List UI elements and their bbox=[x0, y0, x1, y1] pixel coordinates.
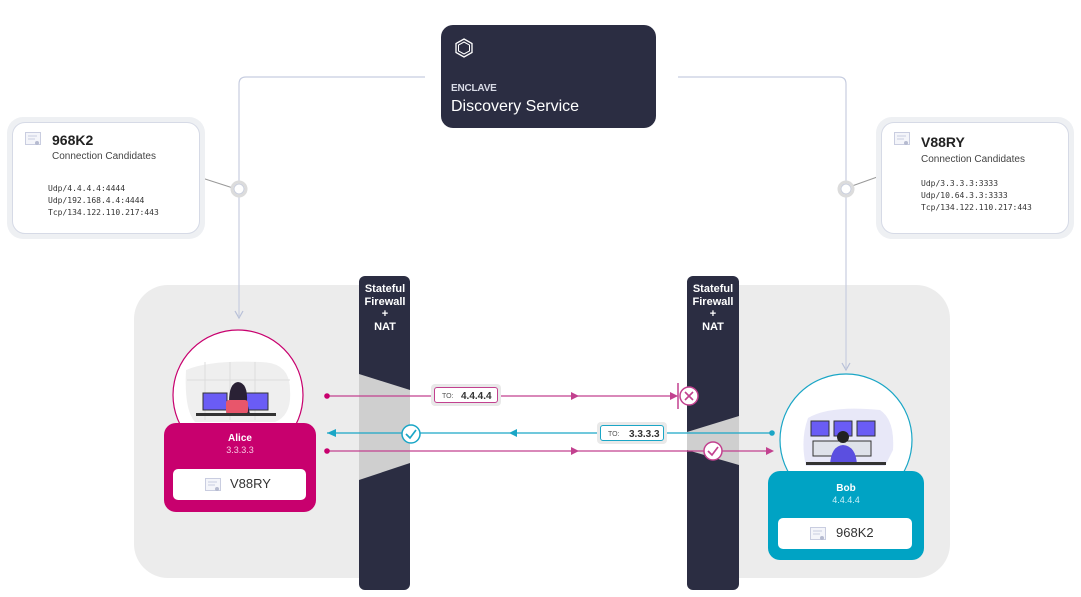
firewall-left-hole bbox=[359, 374, 410, 480]
candidates-card-968k2[interactable]: 968K2 Connection Candidates Udp/4.4.4.4:… bbox=[7, 117, 205, 239]
firewall-label-line: NAT bbox=[702, 320, 724, 333]
firewall-label-line: Firewall + bbox=[364, 295, 406, 321]
node-bob[interactable]: Bob 4.4.4.4 968K2 bbox=[768, 471, 924, 560]
certificate-icon bbox=[205, 478, 221, 491]
brand-label: ENCLAVE bbox=[451, 83, 497, 94]
node-name: Bob bbox=[836, 483, 856, 494]
candidate-address: Udp/4.4.4.4:4444 bbox=[48, 184, 126, 193]
discovery-service-title: Discovery Service bbox=[451, 98, 580, 115]
candidate-address-list: Udp/3.3.3.3:3333 Udp/10.64.3.3:3333 Tcp/13… bbox=[921, 178, 1032, 214]
packet-tag-prefix: TO: bbox=[442, 393, 454, 400]
candidates-card-body: 968K2 Connection Candidates Udp/4.4.4.4:… bbox=[12, 122, 200, 234]
node-name: Alice bbox=[228, 433, 252, 444]
candidate-address: Udp/192.168.4.4:4444 bbox=[48, 196, 145, 205]
node-key-badge[interactable]: V88RY bbox=[173, 469, 306, 500]
arrow-mid-icon bbox=[571, 392, 579, 400]
candidate-name: V88RY bbox=[921, 134, 965, 150]
packet-tag-to-alice: TO: 3.3.3.3 bbox=[597, 422, 667, 444]
packet-origin-dot-bob bbox=[769, 430, 775, 436]
candidate-subtitle: Connection Candidates bbox=[52, 151, 156, 162]
candidate-address: Udp/10.64.3.3:3333 bbox=[921, 191, 1008, 200]
node-ip: 4.4.4.4 bbox=[832, 495, 860, 505]
candidate-address-list: Udp/4.4.4.4:4444 Udp/192.168.4.4:4444 Tcp/… bbox=[48, 183, 159, 219]
hexagon-logo-icon bbox=[455, 38, 473, 58]
arrow-end-icon bbox=[670, 392, 678, 400]
junction-left-inner bbox=[233, 183, 245, 195]
firewall-label-line: Stateful bbox=[364, 283, 406, 295]
link-left-card bbox=[201, 177, 234, 189]
arrow-end-2-icon bbox=[766, 447, 774, 455]
firewall-label-line: Stateful bbox=[692, 283, 734, 295]
packet-tag-to-bob: TO: 4.4.4.4 bbox=[431, 384, 501, 406]
certificate-icon bbox=[810, 527, 826, 540]
candidate-subtitle: Connection Candidates bbox=[921, 154, 1025, 165]
candidates-card-v88ry[interactable]: V88RY Connection Candidates Udp/3.3.3.3:… bbox=[876, 117, 1074, 239]
arrow-to-alice-icon bbox=[327, 429, 336, 437]
packet-tag-box: TO: 4.4.4.4 bbox=[434, 387, 498, 403]
firewall-right-label: Stateful Firewall + NAT bbox=[688, 283, 738, 333]
node-key-badge[interactable]: 968K2 bbox=[778, 518, 912, 549]
packet-tag-prefix: TO: bbox=[608, 431, 620, 438]
discovery-service-card[interactable]: ENCLAVE Discovery Service bbox=[441, 25, 656, 128]
packet-origin-dot-2 bbox=[324, 448, 330, 454]
node-key-label: V88RY bbox=[230, 476, 271, 491]
firewall-label-line: Firewall + bbox=[692, 295, 734, 321]
certificate-icon bbox=[25, 132, 41, 145]
firewall-left-label: Stateful Firewall + NAT bbox=[360, 283, 410, 333]
candidate-address: Tcp/134.122.110.217:443 bbox=[921, 203, 1032, 212]
candidate-address: Udp/3.3.3.3:3333 bbox=[921, 179, 999, 188]
arrow-mid-cyan-icon bbox=[509, 429, 517, 437]
allowed-check-icon-left bbox=[401, 424, 421, 444]
node-key-label: 968K2 bbox=[836, 525, 874, 540]
candidate-address: Tcp/134.122.110.217:443 bbox=[48, 208, 159, 217]
node-ip: 3.3.3.3 bbox=[226, 445, 254, 455]
packet-tag-ip: 4.4.4.4 bbox=[461, 391, 492, 402]
candidate-name: 968K2 bbox=[52, 132, 94, 148]
packet-origin-dot bbox=[324, 393, 330, 399]
certificate-icon bbox=[894, 132, 910, 145]
candidates-card-body: V88RY Connection Candidates Udp/3.3.3.3:… bbox=[881, 122, 1069, 234]
packet-tag-ip: 3.3.3.3 bbox=[629, 429, 660, 440]
packet-tag-box: TO: 3.3.3.3 bbox=[600, 425, 664, 441]
junction-right-inner bbox=[840, 183, 852, 195]
node-alice[interactable]: Alice 3.3.3.3 V88RY bbox=[164, 423, 316, 512]
arrow-mid-2-icon bbox=[571, 447, 579, 455]
blocked-x-icon bbox=[679, 386, 699, 406]
allowed-check-icon-right bbox=[703, 441, 723, 461]
firewall-label-line: NAT bbox=[374, 320, 396, 333]
